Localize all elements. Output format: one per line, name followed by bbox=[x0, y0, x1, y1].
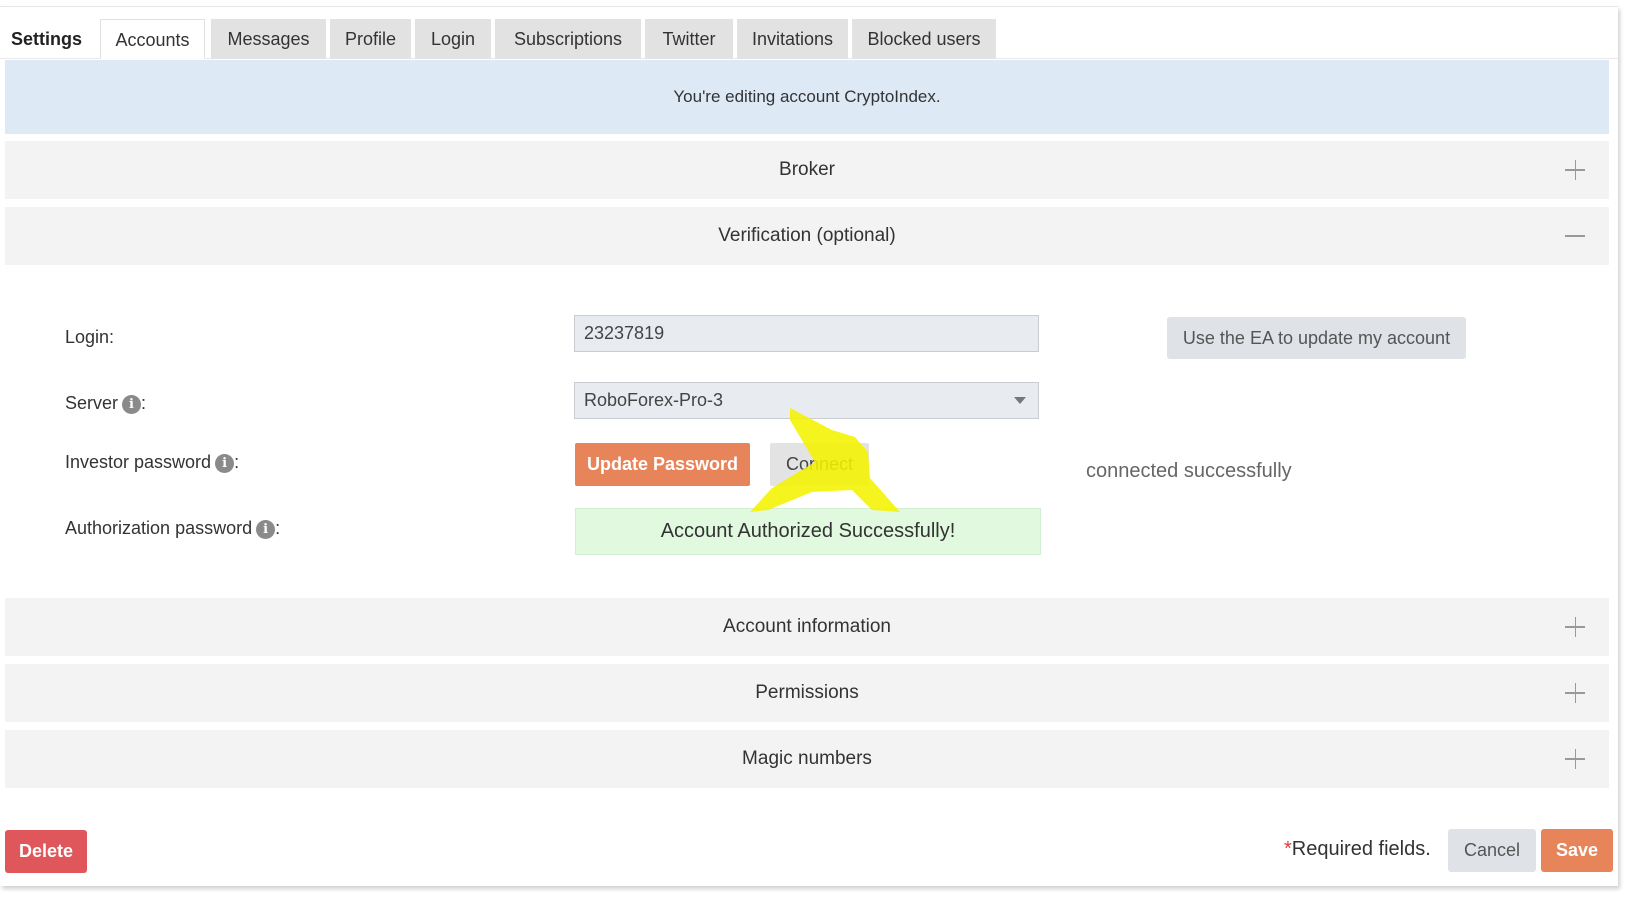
delete-button[interactable]: Delete bbox=[5, 830, 87, 873]
info-circle-icon[interactable]: i bbox=[122, 395, 142, 414]
tab-subscriptions[interactable]: Subscriptions bbox=[495, 19, 641, 59]
label-colon: : bbox=[234, 452, 240, 472]
update-password-button[interactable]: Update Password bbox=[575, 443, 750, 486]
plus-icon bbox=[1563, 730, 1587, 788]
chevron-down-icon bbox=[1014, 397, 1026, 404]
info-circle-icon[interactable]: i bbox=[215, 454, 235, 473]
editing-account-banner: You're editing account CryptoIndex. bbox=[5, 60, 1609, 134]
accordion-magic-numbers[interactable]: Magic numbers bbox=[5, 730, 1609, 788]
tab-accounts[interactable]: Accounts bbox=[100, 19, 205, 59]
investor-password-label-text: Investor password bbox=[65, 452, 212, 472]
tab-login[interactable]: Login bbox=[415, 19, 491, 59]
required-star: * bbox=[1284, 838, 1292, 860]
server-label-text: Server bbox=[65, 393, 119, 413]
server-selected-value: RoboForex-Pro-3 bbox=[584, 390, 724, 410]
tab-blocked-users[interactable]: Blocked users bbox=[852, 19, 996, 59]
use-ea-button[interactable]: Use the EA to update my account bbox=[1167, 317, 1466, 359]
accordion-permissions[interactable]: Permissions bbox=[5, 664, 1609, 722]
tab-twitter[interactable]: Twitter bbox=[645, 19, 733, 59]
accordion-title: Verification (optional) bbox=[718, 225, 896, 246]
authorization-success-message: Account Authorized Successfully! bbox=[575, 508, 1041, 555]
tab-messages[interactable]: Messages bbox=[211, 19, 326, 59]
login-input[interactable]: 23237819 bbox=[574, 315, 1039, 352]
accordion-title: Broker bbox=[779, 159, 835, 180]
minus-icon bbox=[1563, 207, 1587, 265]
tab-invitations[interactable]: Invitations bbox=[737, 19, 848, 59]
accordion-title: Magic numbers bbox=[742, 748, 872, 769]
required-fields-note: *Required fields. bbox=[1284, 838, 1431, 861]
info-circle-icon[interactable]: i bbox=[256, 520, 276, 539]
investor-password-label: Investor password i: bbox=[65, 452, 239, 473]
server-select[interactable]: RoboForex-Pro-3 bbox=[574, 382, 1039, 419]
required-text: Required fields. bbox=[1291, 838, 1431, 860]
cancel-button[interactable]: Cancel bbox=[1448, 829, 1536, 872]
accordion-verification[interactable]: Verification (optional) bbox=[5, 207, 1609, 265]
accordion-broker[interactable]: Broker bbox=[5, 141, 1609, 199]
accordion-title: Permissions bbox=[755, 682, 859, 703]
tab-bar: Settings Accounts Messages Profile Login… bbox=[0, 14, 1618, 59]
authorization-password-label-text: Authorization password bbox=[65, 518, 253, 538]
label-colon: : bbox=[141, 393, 147, 413]
save-button[interactable]: Save bbox=[1541, 829, 1613, 872]
label-colon: : bbox=[275, 518, 281, 538]
plus-icon bbox=[1563, 664, 1587, 722]
accordion-account-information[interactable]: Account information bbox=[5, 598, 1609, 656]
connection-status: connected successfully bbox=[1086, 460, 1292, 482]
accordion-title: Account information bbox=[723, 616, 891, 637]
plus-icon bbox=[1563, 598, 1587, 656]
connect-button[interactable]: Connect bbox=[770, 443, 869, 486]
plus-icon bbox=[1563, 141, 1587, 199]
server-label: Server i: bbox=[65, 393, 146, 414]
tab-settings[interactable]: Settings bbox=[0, 19, 93, 59]
login-label: Login: bbox=[65, 327, 115, 347]
tab-profile[interactable]: Profile bbox=[330, 19, 411, 59]
authorization-password-label: Authorization password i: bbox=[65, 518, 280, 539]
